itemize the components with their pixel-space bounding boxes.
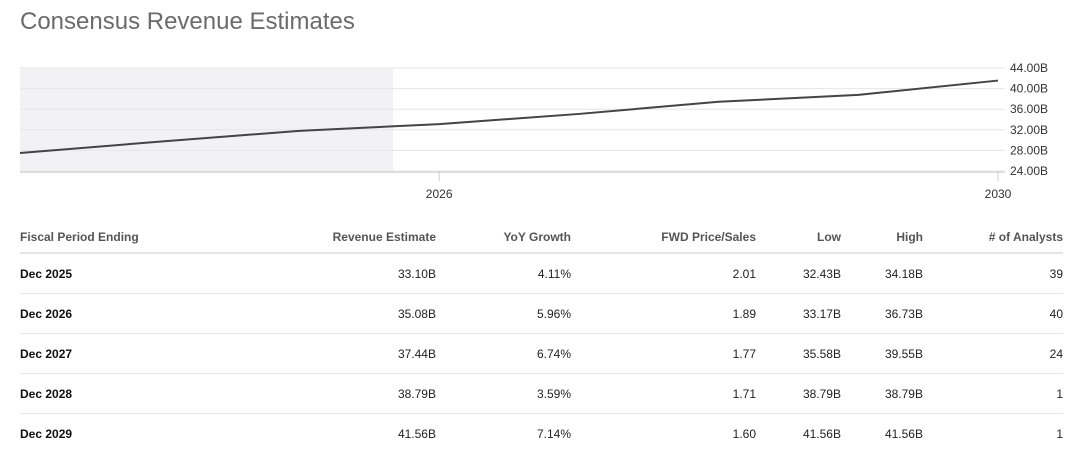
x-tick-label: 2030 (985, 187, 1012, 201)
y-tick-label: 40.00B (1010, 82, 1048, 96)
table-cell: 6.74% (436, 334, 571, 374)
table-row: Dec 202737.44B6.74%1.7735.58B39.55B24 (20, 334, 1063, 374)
revenue-line-chart: 44.00B 40.00B 36.00B 32.00B 28.00B 24.00B 2026… (0, 50, 1080, 210)
table-cell: 38.79B (756, 374, 841, 414)
table-cell: 1.77 (571, 334, 756, 374)
y-tick-label: 36.00B (1010, 102, 1048, 116)
table-cell: 40 (923, 294, 1063, 334)
table-cell: 1 (923, 374, 1063, 414)
y-tick-label: 28.00B (1010, 143, 1048, 157)
page-title: Consensus Revenue Estimates (20, 8, 355, 36)
table-row: Dec 202533.10B4.11%2.0132.43B34.18B39 (20, 253, 1063, 294)
table-cell: Dec 2028 (20, 374, 220, 414)
column-header[interactable]: # of Analysts (923, 222, 1063, 253)
table-cell: 2.01 (571, 253, 756, 294)
revenue-estimates-table: Fiscal Period EndingRevenue EstimateYoY … (20, 222, 1063, 453)
table-cell: 3.59% (436, 374, 571, 414)
table-cell: 24 (923, 334, 1063, 374)
column-header[interactable]: FWD Price/Sales (571, 222, 756, 253)
table-cell: Dec 2025 (20, 253, 220, 294)
table-cell: 35.08B (220, 294, 436, 334)
table-cell: 36.73B (841, 294, 923, 334)
table-cell: 4.11% (436, 253, 571, 294)
table-cell: 32.43B (756, 253, 841, 294)
table-header-row: Fiscal Period EndingRevenue EstimateYoY … (20, 222, 1063, 253)
y-tick-label: 24.00B (1010, 164, 1048, 178)
table-cell: 33.10B (220, 253, 436, 294)
table-cell: 33.17B (756, 294, 841, 334)
table-row: Dec 202635.08B5.96%1.8933.17B36.73B40 (20, 294, 1063, 334)
column-header[interactable]: High (841, 222, 923, 253)
table-cell: 35.58B (756, 334, 841, 374)
table-cell: 5.96% (436, 294, 571, 334)
table-cell: 39.55B (841, 334, 923, 374)
table-cell: 37.44B (220, 334, 436, 374)
column-header[interactable]: Low (756, 222, 841, 253)
column-header[interactable]: YoY Growth (436, 222, 571, 253)
table-cell: 41.56B (756, 414, 841, 453)
table-cell: 1.60 (571, 414, 756, 453)
historical-shade (20, 68, 393, 171)
table-cell: 38.79B (220, 374, 436, 414)
column-header[interactable]: Revenue Estimate (220, 222, 436, 253)
table-cell: Dec 2026 (20, 294, 220, 334)
table-cell: 1 (923, 414, 1063, 453)
table-row: Dec 202838.79B3.59%1.7138.79B38.79B1 (20, 374, 1063, 414)
table-cell: Dec 2029 (20, 414, 220, 453)
table-cell: 1.89 (571, 294, 756, 334)
table-cell: 1.71 (571, 374, 756, 414)
table-cell: 7.14% (436, 414, 571, 453)
table-cell: 39 (923, 253, 1063, 294)
table-cell: 38.79B (841, 374, 923, 414)
table-cell: 41.56B (841, 414, 923, 453)
table-cell: 41.56B (220, 414, 436, 453)
y-tick-label: 44.00B (1010, 61, 1048, 75)
table-cell: Dec 2027 (20, 334, 220, 374)
x-tick-label: 2026 (426, 187, 453, 201)
table-cell: 34.18B (841, 253, 923, 294)
column-header[interactable]: Fiscal Period Ending (20, 222, 220, 253)
table-row: Dec 202941.56B7.14%1.6041.56B41.56B1 (20, 414, 1063, 453)
y-tick-label: 32.00B (1010, 123, 1048, 137)
